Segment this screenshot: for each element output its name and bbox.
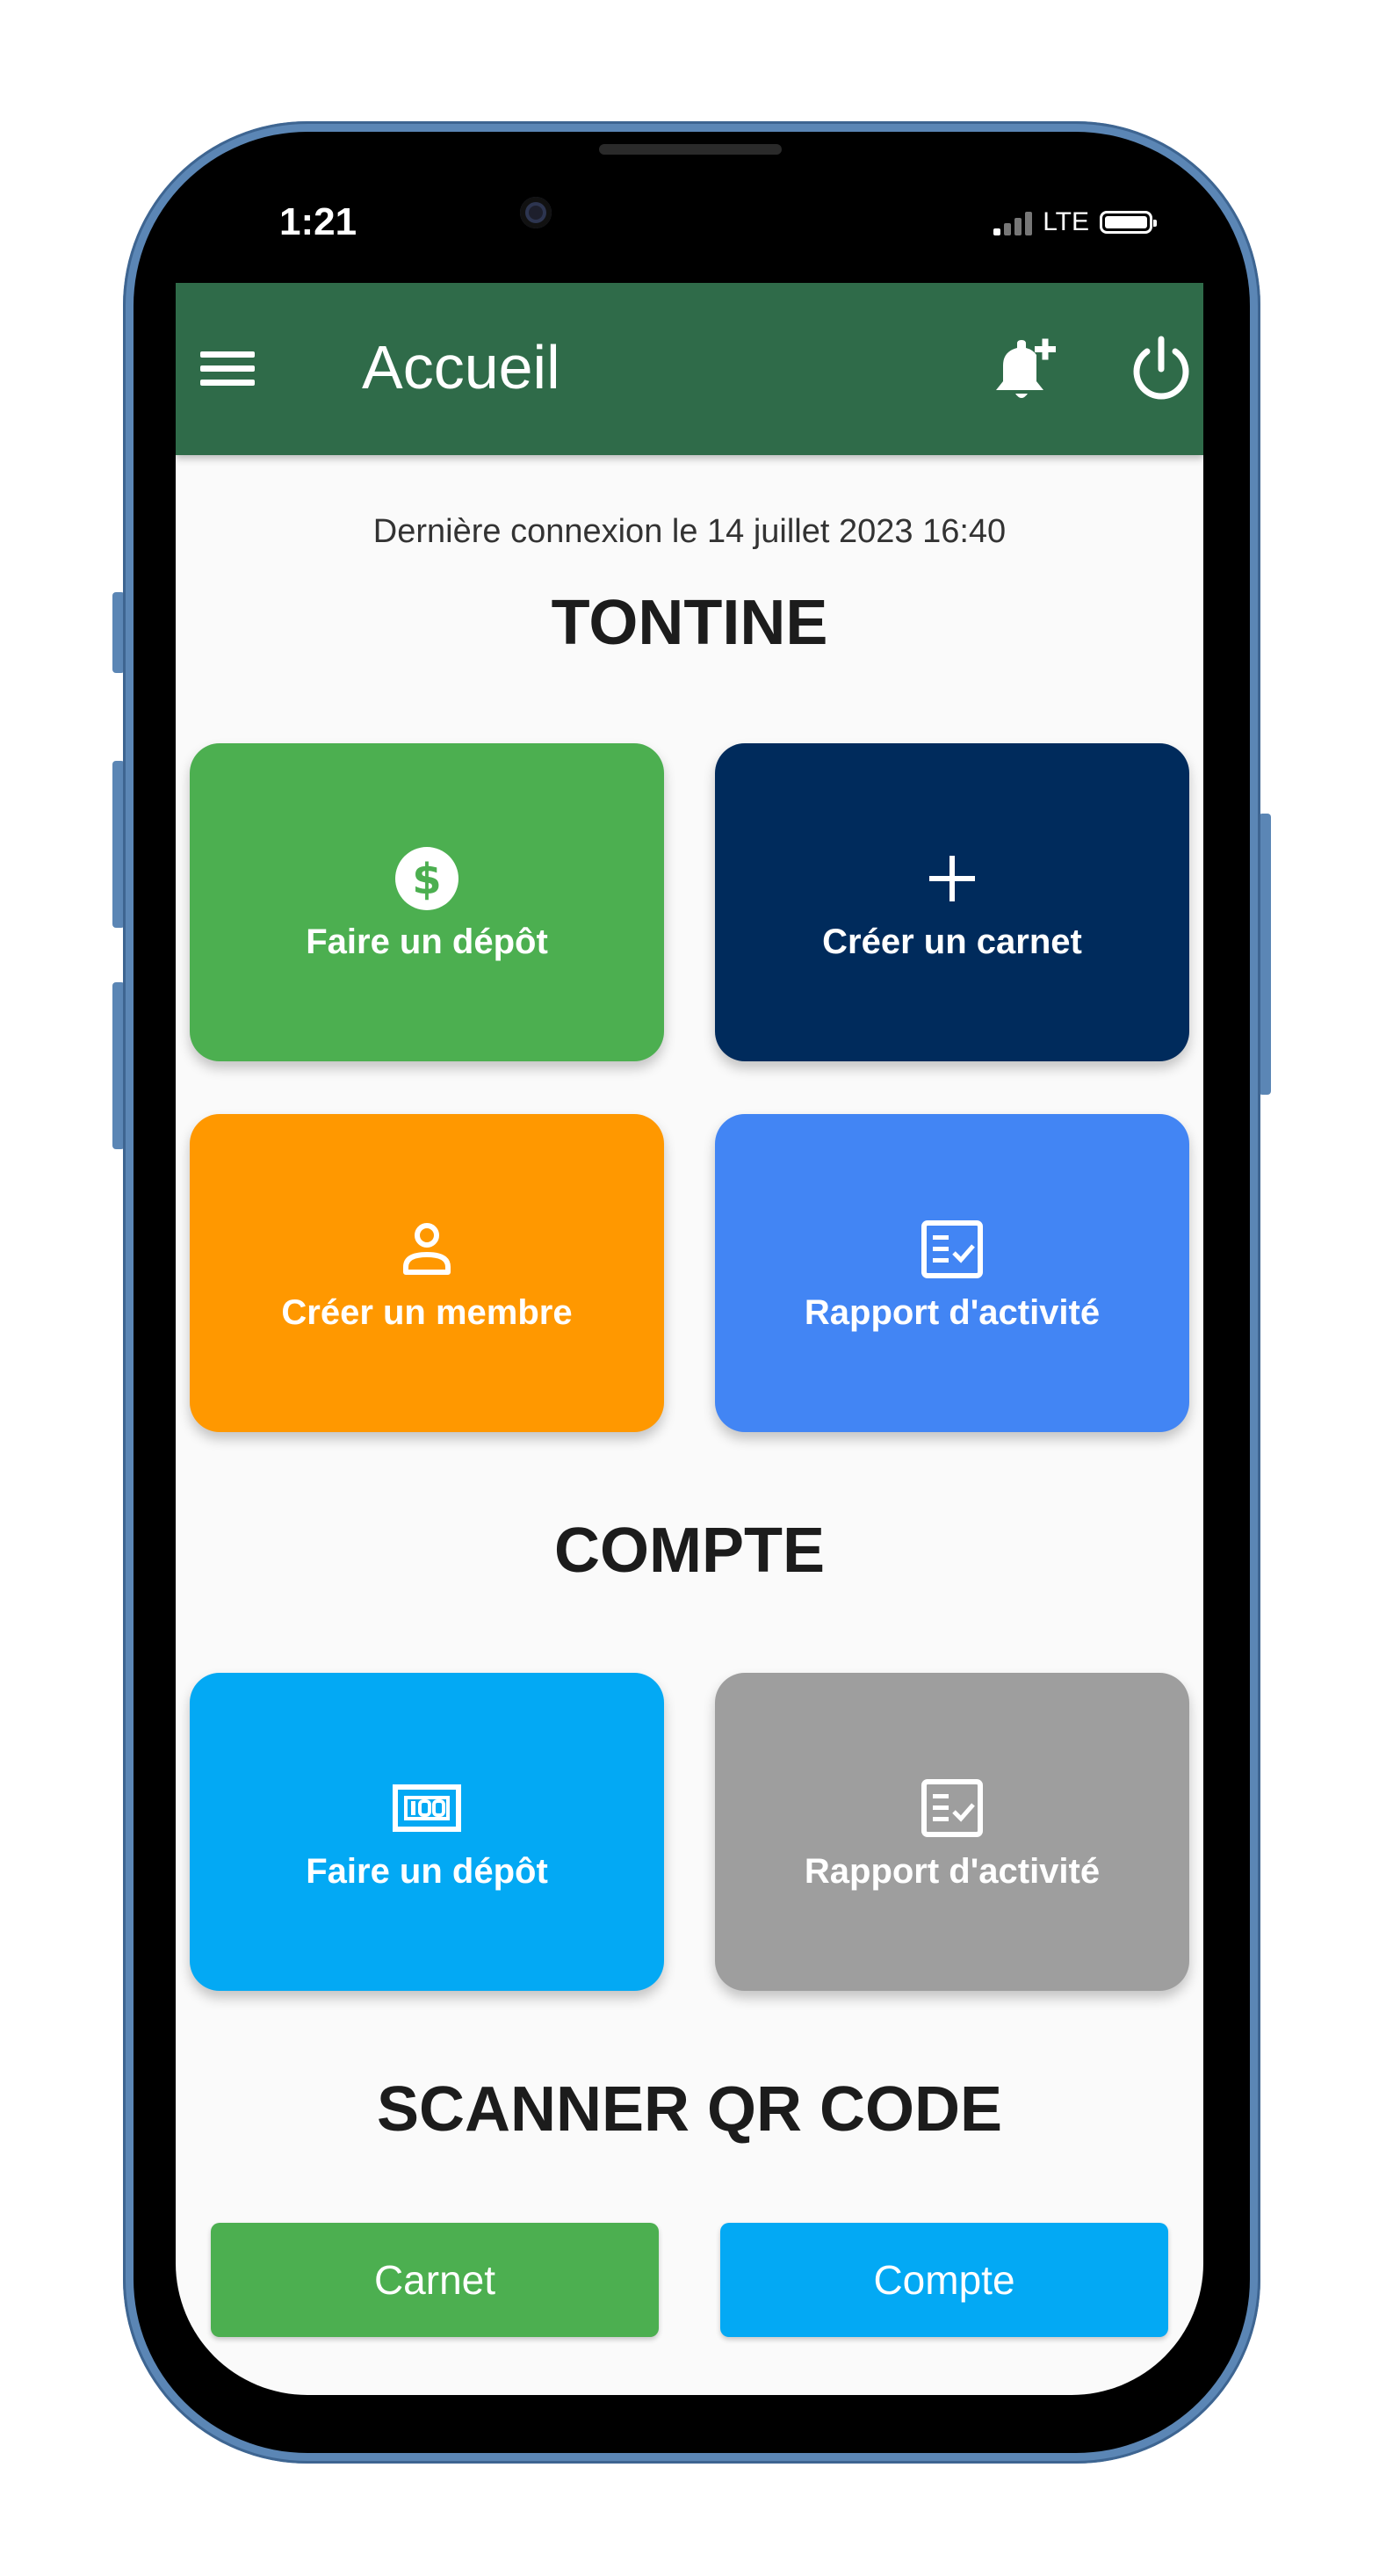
plus-icon bbox=[929, 855, 975, 901]
menu-icon[interactable] bbox=[200, 343, 256, 395]
page-title: Accueil bbox=[362, 333, 560, 402]
person-icon bbox=[403, 1222, 451, 1275]
create-carnet-button[interactable]: Créer un carnet bbox=[715, 743, 1189, 1061]
money-icon bbox=[393, 1784, 461, 1832]
dollar-circle-icon: $ bbox=[395, 846, 458, 910]
front-camera-icon bbox=[520, 197, 552, 228]
status-time: 1:21 bbox=[279, 200, 357, 243]
battery-icon bbox=[1100, 211, 1157, 234]
earpiece-speaker bbox=[599, 144, 782, 155]
status-indicators: LTE bbox=[993, 207, 1157, 237]
tile-label: Faire un dépôt bbox=[306, 922, 548, 961]
scan-carnet-button[interactable]: Carnet bbox=[211, 2223, 659, 2337]
tontine-deposit-button[interactable]: $ Faire un dépôt bbox=[190, 743, 664, 1061]
tile-label: Rapport d'activité bbox=[804, 1292, 1101, 1332]
notification-add-icon[interactable] bbox=[984, 334, 1059, 409]
app-screen: Accueil Dernière connexion le 14 juillet… bbox=[176, 283, 1203, 2395]
network-label: LTE bbox=[1043, 207, 1089, 236]
compte-deposit-button[interactable]: Faire un dépôt bbox=[190, 1673, 664, 1991]
section-title-tontine: TONTINE bbox=[551, 588, 828, 658]
checklist-icon bbox=[921, 1219, 983, 1278]
checklist-icon bbox=[921, 1778, 983, 1837]
create-member-button[interactable]: Créer un membre bbox=[190, 1114, 664, 1432]
compte-activity-report-button[interactable]: Rapport d'activité bbox=[715, 1673, 1189, 1991]
tile-label: Faire un dépôt bbox=[306, 1851, 548, 1891]
tile-label: Créer un membre bbox=[281, 1292, 573, 1332]
scan-compte-button[interactable]: Compte bbox=[720, 2223, 1168, 2337]
last-login-text: Dernière connexion le 14 juillet 2023 16… bbox=[372, 513, 1007, 550]
tile-label: Rapport d'activité bbox=[804, 1851, 1101, 1891]
side-power-button bbox=[1259, 814, 1271, 1095]
signal-icon bbox=[993, 209, 1033, 235]
power-icon[interactable] bbox=[1126, 334, 1196, 404]
section-title-scanner: SCANNER QR CODE bbox=[376, 2074, 1003, 2145]
tontine-activity-report-button[interactable]: Rapport d'activité bbox=[715, 1114, 1189, 1432]
section-title-compte: COMPTE bbox=[553, 1516, 825, 1586]
svg-text:$: $ bbox=[412, 855, 441, 904]
app-bar: Accueil bbox=[176, 283, 1203, 455]
tile-label: Créer un carnet bbox=[822, 922, 1082, 961]
